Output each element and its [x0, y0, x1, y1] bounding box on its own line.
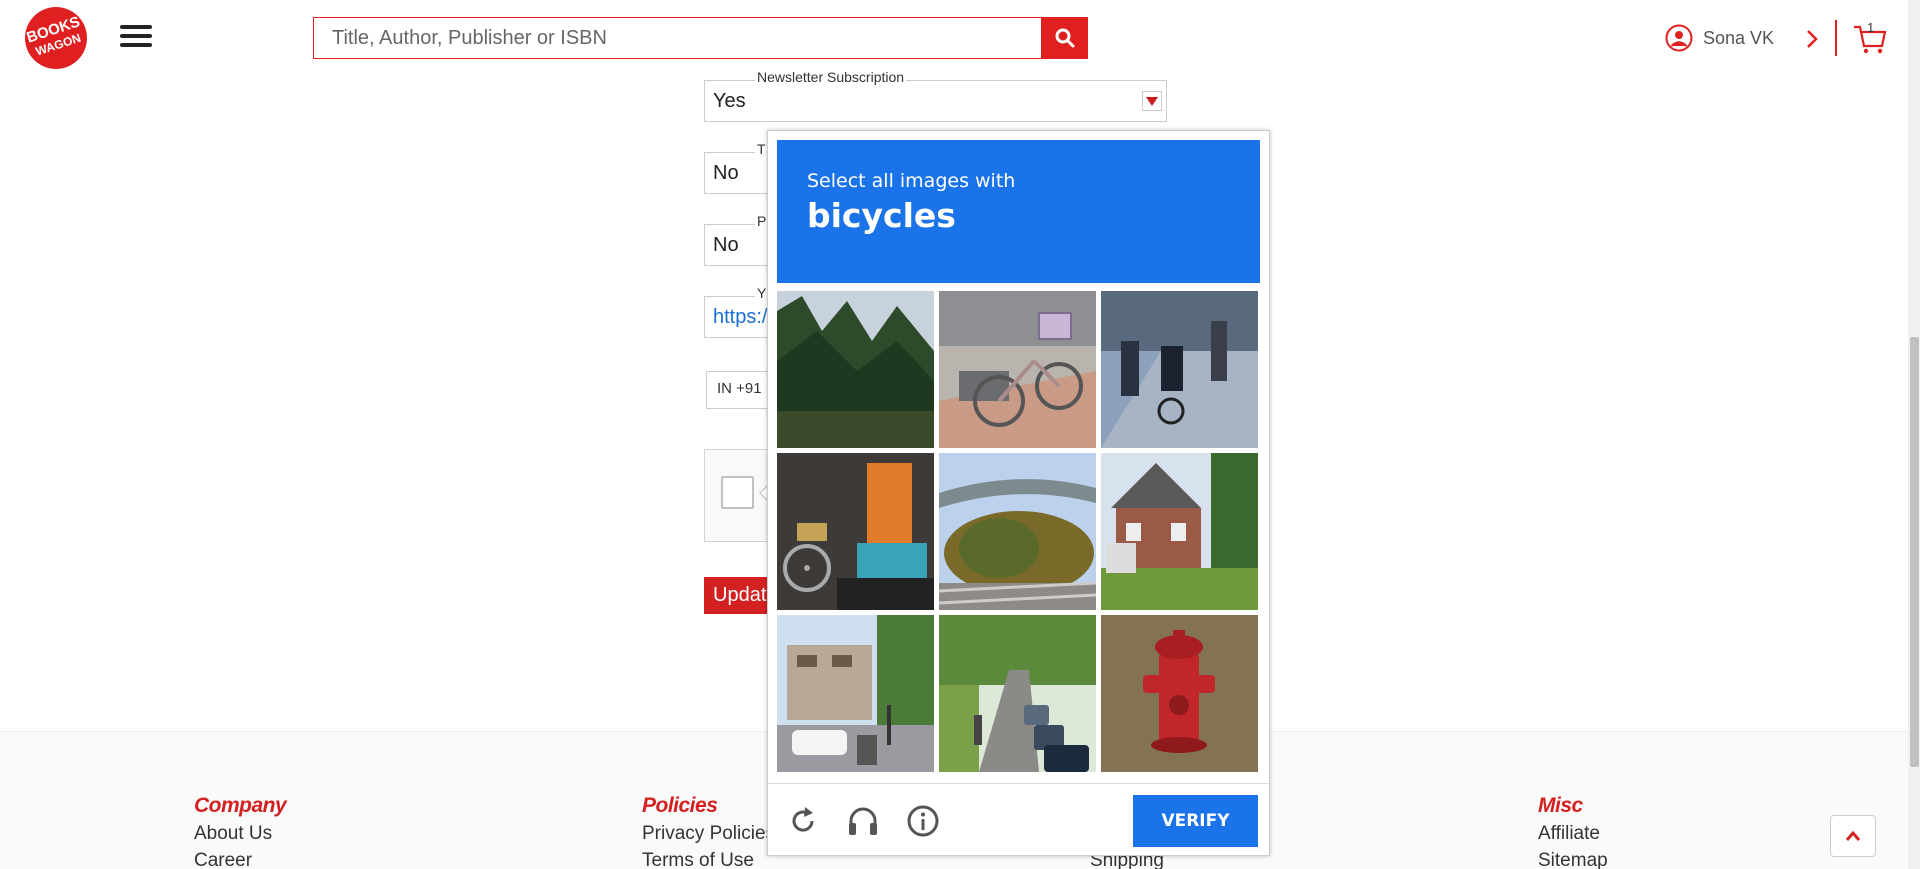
verify-button[interactable]: VERIFY: [1133, 795, 1258, 847]
challenge-image-grid: [777, 291, 1260, 774]
challenge-prompt: Select all images with: [807, 170, 1016, 192]
footer-link-privacy[interactable]: Privacy Policies: [642, 823, 775, 845]
user-icon: [1665, 24, 1693, 52]
bookswagon-logo[interactable]: BOOKS WAGON: [20, 6, 92, 70]
tile-pine-trees[interactable]: [777, 291, 934, 448]
search-input[interactable]: [313, 17, 1041, 59]
footer-heading: Policies: [642, 794, 718, 817]
newsletter-label: Newsletter Subscription: [755, 69, 907, 85]
field-2-label: T: [755, 141, 768, 157]
url-value: https:/: [713, 305, 768, 328]
audio-icon[interactable]: [846, 804, 880, 838]
info-icon[interactable]: [906, 804, 940, 838]
challenge-target: bicycles: [807, 196, 956, 235]
newsletter-value: Yes: [713, 89, 746, 112]
search-icon: [1055, 28, 1074, 48]
search-button[interactable]: [1041, 17, 1088, 59]
reload-icon[interactable]: [786, 804, 820, 838]
footer-heading: Misc: [1538, 794, 1583, 817]
footer-link-about[interactable]: About Us: [194, 823, 286, 845]
user-name: Sona VK: [1703, 27, 1775, 48]
newsletter-select[interactable]: Yes: [704, 80, 1167, 122]
challenge-footer: VERIFY: [768, 783, 1269, 856]
tile-overpass-with-trees[interactable]: [939, 453, 1096, 610]
menu-icon[interactable]: [120, 25, 152, 51]
footer-heading: Company: [194, 794, 287, 817]
field-2-value: No: [713, 161, 739, 184]
chevron-up-icon: [1845, 830, 1861, 841]
tile-bicycle-near-excavator[interactable]: [777, 453, 934, 610]
tile-house-with-porch[interactable]: [1101, 453, 1258, 610]
footer-col-company: Company About Us Career: [194, 794, 287, 869]
footer-col-misc: Misc Affiliate Sitemap: [1538, 794, 1608, 869]
challenge-header: Select all images with bicycles: [777, 140, 1260, 283]
header-divider: [1835, 20, 1837, 56]
tile-street-with-parked-cars[interactable]: [777, 615, 934, 772]
tile-cyclists-on-sidewalk[interactable]: [1101, 291, 1258, 448]
search-bar: [313, 17, 1088, 59]
scroll-to-top-button[interactable]: [1830, 815, 1876, 857]
footer-link-affiliate[interactable]: Affiliate: [1538, 823, 1608, 845]
recaptcha-challenge: Select all images with bicycles VERIFY: [767, 130, 1270, 856]
scrollbar-thumb[interactable]: [1910, 337, 1919, 767]
tile-tree-lined-street[interactable]: [939, 615, 1096, 772]
page: BOOKS WAGON Sona VK 1 Yes Newsletter Sub…: [0, 0, 1920, 869]
site-header: BOOKS WAGON Sona VK 1: [0, 0, 1920, 78]
user-account[interactable]: Sona VK: [1665, 22, 1774, 54]
field-3-value: No: [713, 233, 739, 256]
footer-link-career[interactable]: Career: [194, 850, 286, 869]
dropdown-arrow-icon: [1142, 91, 1162, 111]
footer-link-sitemap[interactable]: Sitemap: [1538, 850, 1608, 869]
footer-col-policies: Policies Privacy Policies Terms of Use: [642, 794, 775, 869]
tile-fire-hydrant[interactable]: [1101, 615, 1258, 772]
cart-count-badge: 1: [1867, 20, 1875, 35]
phone-country-code[interactable]: IN +91: [706, 371, 770, 409]
tile-bicycle-with-basket[interactable]: [939, 291, 1096, 448]
page-scrollbar[interactable]: [1908, 0, 1920, 869]
update-button[interactable]: Updat: [704, 577, 774, 614]
chevron-right-icon[interactable]: [1803, 27, 1821, 51]
footer-link-terms[interactable]: Terms of Use: [642, 850, 775, 869]
recaptcha-checkbox[interactable]: [721, 476, 754, 509]
